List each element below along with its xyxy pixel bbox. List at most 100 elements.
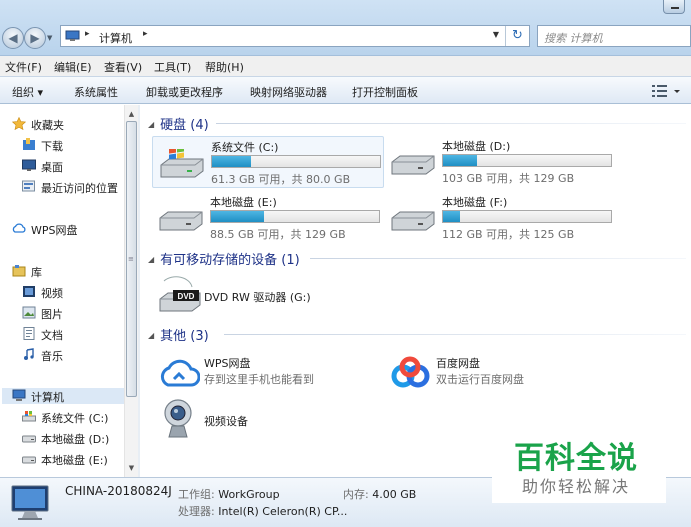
- system-drive-icon: [22, 411, 36, 422]
- processor-value: Intel(R) Celeron(R) CP...: [218, 505, 348, 518]
- watermark: 百科全说 助你轻松解决: [492, 419, 666, 503]
- pictures-icon: [22, 306, 36, 319]
- drive-icon: [391, 211, 435, 231]
- minimize-button[interactable]: [663, 0, 685, 14]
- scroll-up-icon[interactable]: ▲: [125, 107, 138, 121]
- drive-usage-bar: [442, 210, 612, 223]
- music-icon: [24, 348, 34, 360]
- cloud-icon: [160, 359, 200, 387]
- item-subtitle: 双击运行百度网盘: [436, 373, 524, 386]
- nav-label: 库: [31, 266, 42, 279]
- wps-cloud-item[interactable]: WPS网盘 存到这里手机也能看到: [158, 355, 378, 399]
- recent-pages-dropdown[interactable]: ▼: [47, 34, 52, 42]
- baidu-netdisk-item[interactable]: 百度网盘 双击运行百度网盘: [390, 355, 610, 399]
- system-properties-button[interactable]: 系统属性: [74, 84, 118, 100]
- nav-label: 本地磁盘 (D:): [41, 433, 110, 446]
- group-removable[interactable]: ◢ 有可移动存储的设备 (1): [148, 249, 686, 268]
- nav-label: 桌面: [41, 161, 63, 174]
- memory-label: 内存:: [343, 488, 369, 501]
- computer-icon: [11, 485, 49, 520]
- group-divider: [216, 123, 686, 124]
- computer-icon: [65, 30, 80, 41]
- address-bar[interactable]: ▸ 计算机 ▸ ▼ ↻: [60, 25, 530, 47]
- item-title: WPS网盘: [204, 357, 251, 370]
- command-bar: 组织 ▾ 系统属性 卸载或更改程序 映射网络驱动器 打开控制面板: [0, 76, 691, 104]
- drive-icon: [159, 211, 203, 231]
- video-device-item[interactable]: 视频设备: [158, 397, 378, 441]
- menu-help[interactable]: 帮助(H): [205, 59, 244, 75]
- drive-free-space: 61.3 GB 可用，共 80.0 GB: [211, 173, 351, 186]
- nav-label: 收藏夹: [31, 119, 64, 132]
- watermark-title: 百科全说: [514, 441, 638, 476]
- dvd-drive-name: DVD RW 驱动器 (G:): [204, 291, 311, 304]
- breadcrumb-computer[interactable]: 计算机: [99, 30, 132, 46]
- navigation-pane: 收藏夹 下载 桌面 最近访问的位置 WPS网盘 库 视频 图片 文档 音乐 计算…: [0, 105, 124, 477]
- address-dropdown-icon[interactable]: ▼: [493, 30, 499, 39]
- drive-usage-bar: [210, 210, 380, 223]
- drive-name: 系统文件 (C:): [211, 141, 279, 154]
- refresh-icon[interactable]: ↻: [505, 26, 529, 46]
- star-icon: [12, 117, 26, 130]
- nav-label: 文档: [41, 329, 63, 342]
- organize-button[interactable]: 组织 ▾: [12, 84, 43, 100]
- memory-info: 内存: 4.00 GB: [343, 486, 416, 502]
- group-hard-disks[interactable]: ◢ 硬盘 (4): [148, 114, 686, 133]
- nav-label: 图片: [41, 308, 63, 321]
- menu-edit[interactable]: 编辑(E): [54, 59, 92, 75]
- map-network-drive-button[interactable]: 映射网络驱动器: [250, 84, 327, 100]
- drive-d[interactable]: 本地磁盘 (D:) 103 GB 可用，共 129 GB: [384, 136, 616, 188]
- view-options-icon: [652, 85, 680, 97]
- drive-usage-fill: [212, 156, 252, 167]
- dvd-drive[interactable]: DVD DVD RW 驱动器 (G:): [158, 275, 378, 319]
- workgroup-value: WorkGroup: [218, 488, 280, 501]
- scroll-down-icon[interactable]: ▼: [125, 461, 138, 475]
- menu-tools[interactable]: 工具(T): [154, 59, 191, 75]
- computer-icon: [12, 389, 26, 401]
- group-title: 硬盘 (4): [160, 118, 209, 133]
- nav-computer[interactable]: 计算机: [2, 388, 124, 404]
- breadcrumb-separator-icon[interactable]: ▸: [85, 29, 90, 39]
- webcam-icon: [164, 399, 192, 438]
- item-title: 百度网盘: [436, 357, 480, 370]
- group-other[interactable]: ◢ 其他 (3): [148, 325, 686, 344]
- system-drive-icon: [160, 149, 204, 178]
- drive-usage-fill: [443, 155, 477, 166]
- collapse-icon[interactable]: ◢: [148, 331, 154, 340]
- menu-view[interactable]: 查看(V): [104, 59, 142, 75]
- forward-button[interactable]: ▶: [24, 27, 46, 49]
- nav-label: 系统文件 (C:): [41, 412, 109, 425]
- group-divider: [310, 258, 686, 259]
- cloud-icon: [12, 223, 26, 233]
- drive-usage-bar: [442, 154, 612, 167]
- group-title: 有可移动存储的设备 (1): [160, 253, 300, 268]
- menu-file[interactable]: 文件(F): [5, 59, 42, 75]
- drive-free-space: 88.5 GB 可用，共 129 GB: [210, 228, 346, 241]
- nav-label: 视频: [41, 287, 63, 300]
- nav-label: 计算机: [31, 391, 64, 404]
- group-divider: [224, 334, 686, 335]
- nav-label: 本地磁盘 (E:): [41, 454, 108, 467]
- video-icon: [23, 286, 35, 297]
- change-view-button[interactable]: [651, 83, 681, 99]
- back-arrow-icon: ◀: [8, 31, 18, 45]
- drive-c[interactable]: 系统文件 (C:) 61.3 GB 可用，共 80.0 GB: [152, 136, 384, 188]
- window-titlebar: ◀ ▶ ▼ ▸ 计算机 ▸ ▼ ↻ 搜索 计算机: [0, 0, 691, 56]
- item-title: 视频设备: [204, 415, 248, 428]
- search-input[interactable]: 搜索 计算机: [537, 25, 691, 47]
- drive-usage-fill: [443, 211, 461, 222]
- drive-name: 本地磁盘 (D:): [442, 140, 511, 153]
- collapse-icon[interactable]: ◢: [148, 255, 154, 264]
- open-control-panel-button[interactable]: 打开控制面板: [352, 84, 418, 100]
- recent-places-icon: [22, 180, 35, 192]
- uninstall-program-button[interactable]: 卸载或更改程序: [146, 84, 223, 100]
- breadcrumb-separator-icon[interactable]: ▸: [143, 29, 148, 39]
- back-button[interactable]: ◀: [2, 27, 24, 49]
- navigation-scrollbar[interactable]: ▲ ≡ ▼: [124, 105, 138, 477]
- dvd-drive-icon: DVD: [159, 276, 201, 312]
- drive-e[interactable]: 本地磁盘 (E:) 88.5 GB 可用，共 129 GB: [152, 192, 384, 244]
- drive-free-space: 112 GB 可用，共 125 GB: [442, 228, 575, 241]
- forward-arrow-icon: ▶: [30, 31, 40, 45]
- drive-f[interactable]: 本地磁盘 (F:) 112 GB 可用，共 125 GB: [384, 192, 616, 244]
- nav-label: WPS网盘: [31, 224, 78, 237]
- collapse-icon[interactable]: ◢: [148, 120, 154, 129]
